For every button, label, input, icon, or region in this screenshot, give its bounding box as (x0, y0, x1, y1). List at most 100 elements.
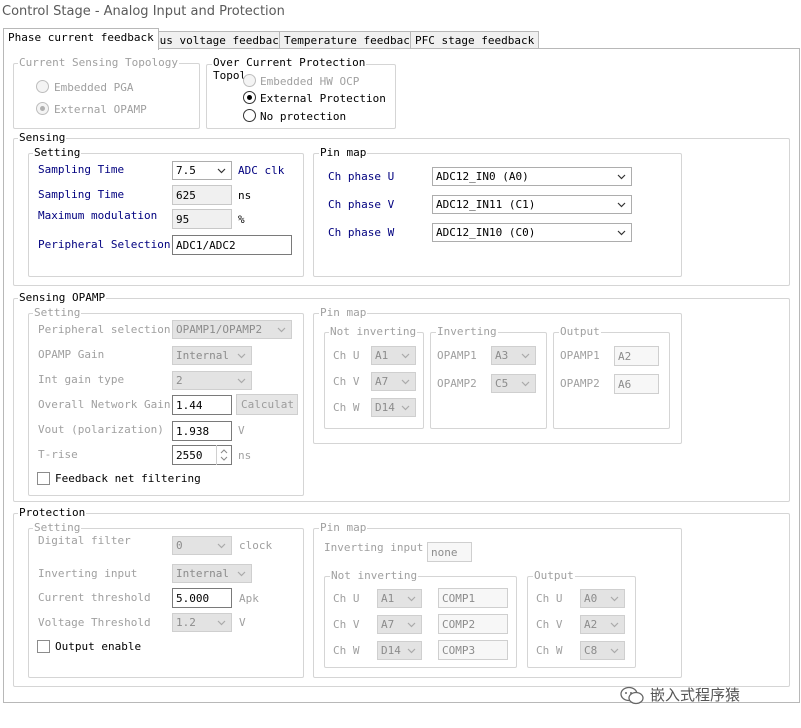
ch-phase-w-label: Ch phase W (328, 226, 395, 239)
prot-out-v-select[interactable]: A2 (580, 615, 625, 634)
opamp-ch-u-select[interactable]: A1 (371, 346, 416, 365)
radio-no-protection[interactable] (243, 109, 256, 122)
ch-phase-w-value: ADC12_IN10 (C0) (436, 226, 536, 239)
trise-unit: ns (238, 449, 252, 462)
sampling-time-ns-label: Sampling Time (38, 188, 125, 201)
protection-legend: Protection (18, 506, 87, 519)
prot-out-v-label: Ch V (536, 618, 563, 631)
feedback-filter-checkbox[interactable] (37, 472, 50, 485)
prot-ch-w-select[interactable]: D14 (377, 641, 422, 660)
sampling-time-label: Sampling Time (38, 163, 125, 176)
int-gain-type-select[interactable]: 2 (172, 371, 252, 390)
opamp-inv-legend: Inverting (436, 325, 498, 338)
chevron-down-icon (407, 648, 416, 654)
topology-group (13, 63, 200, 129)
ch-phase-v-label: Ch phase V (328, 198, 395, 211)
peripheral-selection-field[interactable]: ADC1/ADC2 (172, 235, 292, 255)
radio-embedded-ocp-label: Embedded HW OCP (260, 75, 360, 88)
sampling-time-value: 7.5 (176, 164, 196, 177)
vout-field[interactable]: 1.938 (172, 421, 232, 441)
prot-pin-inv-label: Inverting input (324, 541, 424, 554)
network-gain-field[interactable]: 1.44 (172, 395, 232, 415)
ch-phase-w-select[interactable]: ADC12_IN10 (C0) (432, 223, 632, 242)
protection-pinmap-legend: Pin map (319, 521, 368, 534)
radio-embedded-ocp[interactable] (243, 74, 256, 87)
opamp-peripheral-value: OPAMP1/OPAMP2 (176, 323, 263, 336)
opamp-ch-w-select[interactable]: D14 (371, 398, 416, 417)
opamp-ch-v-select[interactable]: A7 (371, 372, 416, 391)
current-threshold-field[interactable]: 5.000 (172, 588, 232, 608)
opamp2-inv-select[interactable]: C5 (491, 374, 536, 393)
chevron-down-icon (217, 620, 226, 626)
current-threshold-label: Current threshold (38, 591, 151, 604)
tab-temperature[interactable]: Temperature feedback (279, 31, 422, 49)
prot-out-u-value: A0 (584, 592, 598, 605)
voltage-threshold-select[interactable]: 1.2 (172, 613, 232, 632)
opamp1-inv-select[interactable]: A3 (491, 346, 536, 365)
int-gain-type-label: Int gain type (38, 373, 125, 386)
prot-out-u-select[interactable]: A0 (580, 589, 625, 608)
chevron-down-icon (617, 202, 626, 208)
opamp2-inv-value: C5 (495, 377, 509, 390)
tab-pfc-stage[interactable]: PFC stage feedback (410, 31, 540, 49)
opamp-output-legend: Output (559, 325, 601, 338)
opamp-gain-select[interactable]: Internal (172, 346, 252, 365)
prot-ch-u-label: Ch U (333, 592, 360, 605)
opamp2-out-label: OPAMP2 (560, 377, 600, 390)
radio-external-protection[interactable] (243, 91, 256, 104)
max-modulation-field: 95 (172, 209, 232, 229)
prot-inv-input-label: Inverting input (38, 567, 138, 580)
output-enable-checkbox[interactable] (37, 640, 50, 653)
sensing-legend: Sensing (18, 131, 67, 144)
radio-embedded-pga-label: Embedded PGA (54, 81, 134, 94)
chevron-down-icon (610, 648, 619, 654)
digital-filter-unit: clock (239, 539, 273, 552)
protection-setting-legend: Setting (33, 521, 82, 534)
trise-spinner[interactable] (216, 445, 231, 465)
sampling-time-ns-field: 625 (172, 185, 232, 205)
digital-filter-value: 0 (176, 539, 183, 552)
voltage-threshold-value: 1.2 (176, 616, 196, 629)
sensing-setting-legend: Setting (33, 146, 82, 159)
radio-embedded-pga[interactable] (36, 80, 49, 93)
tab-phase-current[interactable]: Phase current feedback (3, 28, 159, 50)
ch-phase-v-select[interactable]: ADC12_IN11 (C1) (432, 195, 632, 214)
opamp-gain-value: Internal (176, 349, 229, 362)
voltage-threshold-unit: V (239, 616, 246, 629)
vout-label: Vout (polarization) (38, 423, 164, 436)
tab-bus-voltage[interactable]: Bus voltage feedback (148, 31, 291, 49)
ocp-legend-second: Topol (212, 69, 248, 82)
radio-external-protection-label: External Protection (260, 92, 386, 105)
opamp1-out-label: OPAMP1 (560, 349, 600, 362)
prot-output-legend: Output (533, 569, 575, 582)
prot-out-w-select[interactable]: C8 (580, 641, 625, 660)
prot-ch-v-select[interactable]: A7 (377, 615, 422, 634)
opamp-pinmap-legend: Pin map (319, 306, 368, 319)
ch-phase-u-select[interactable]: ADC12_IN0 (A0) (432, 167, 632, 186)
opamp-peripheral-select[interactable]: OPAMP1/OPAMP2 (172, 320, 292, 339)
prot-out-v-value: A2 (584, 618, 598, 631)
opamp-ch-u-label: Ch U (333, 349, 360, 362)
topology-legend: Current Sensing Topology (18, 56, 179, 69)
prot-inv-input-select[interactable]: Internal (172, 564, 252, 583)
radio-no-protection-label: No protection (260, 110, 347, 123)
prot-ch-v-label: Ch V (333, 618, 360, 631)
sampling-time-select[interactable]: 7.5 (172, 161, 232, 180)
chat-bubbles-icon (620, 686, 644, 704)
current-threshold-unit: Apk (239, 592, 259, 605)
calculate-button[interactable]: Calculat (236, 394, 298, 415)
prot-ch-u-select[interactable]: A1 (377, 589, 422, 608)
opamp2-inv-label: OPAMP2 (437, 377, 477, 390)
opamp-ch-w-label: Ch W (333, 401, 360, 414)
opamp-noninv-legend: Not inverting (329, 325, 418, 338)
prot-ch-w-value: D14 (381, 644, 401, 657)
digital-filter-select[interactable]: 0 (172, 536, 232, 555)
radio-external-opamp[interactable] (36, 102, 49, 115)
prot-out-w-value: C8 (584, 644, 598, 657)
prot-comp2-field: COMP2 (438, 614, 508, 634)
chevron-down-icon (401, 405, 410, 411)
ch-phase-v-value: ADC12_IN11 (C1) (436, 198, 536, 211)
int-gain-type-value: 2 (176, 374, 183, 387)
opamp-ch-w-value: D14 (375, 401, 395, 414)
output-enable-label: Output enable (55, 640, 142, 653)
